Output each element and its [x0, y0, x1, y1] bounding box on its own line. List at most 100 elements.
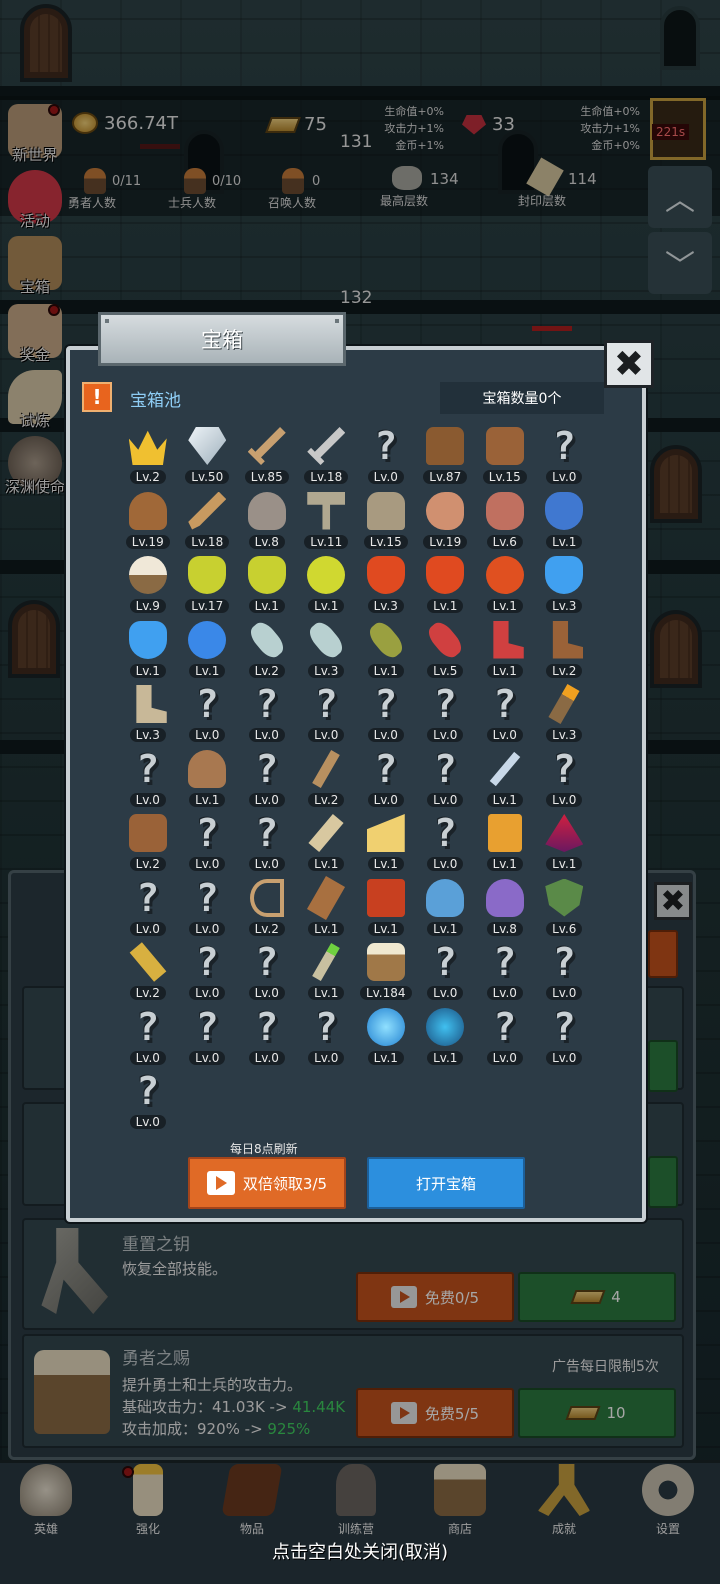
item-level: Lv.50: [185, 470, 230, 484]
item-level: Lv.0: [248, 857, 285, 871]
chest-item[interactable]: ? Lv.0: [178, 1005, 238, 1070]
chest-item[interactable]: ? Lv.0: [118, 1069, 178, 1134]
chest-item[interactable]: ? Lv.0: [535, 424, 595, 489]
modal-close-button[interactable]: ✖: [604, 340, 654, 388]
item-level: Lv.18: [185, 534, 230, 549]
chest-item[interactable]: ? Lv.0: [297, 682, 357, 747]
open-chest-button[interactable]: 打开宝箱: [367, 1157, 525, 1209]
hammer-icon: [304, 489, 348, 533]
chest-item[interactable]: ? Lv.0: [178, 811, 238, 876]
chest-item[interactable]: Lv.1: [297, 875, 357, 941]
red-potion-icon-shape: [366, 556, 405, 594]
chest-item[interactable]: Lv.6: [475, 489, 535, 554]
chest-item[interactable]: Lv.1: [475, 618, 535, 683]
chest-item[interactable]: Lv.1: [356, 1005, 416, 1070]
chest-item[interactable]: ? Lv.0: [297, 1005, 357, 1070]
chest-item[interactable]: ? Lv.0: [356, 424, 416, 489]
chest-item[interactable]: ? Lv.0: [118, 747, 178, 812]
chest-item[interactable]: Lv.2: [237, 876, 297, 941]
chest-item[interactable]: ? Lv.0: [356, 747, 416, 812]
chest-item[interactable]: Lv.6: [535, 876, 595, 941]
chest-item[interactable]: ? Lv.0: [535, 940, 595, 1005]
chest-item[interactable]: Lv.2: [237, 617, 297, 683]
chest-item[interactable]: ? Lv.0: [237, 682, 297, 747]
chest-item[interactable]: Lv.1: [356, 617, 416, 683]
chest-item[interactable]: Lv.1: [356, 876, 416, 941]
chest-item[interactable]: ? Lv.0: [535, 1005, 595, 1070]
chest-item[interactable]: Lv.19: [416, 489, 476, 554]
chest-item[interactable]: ? Lv.0: [118, 1005, 178, 1070]
chest-item[interactable]: Lv.87: [416, 424, 476, 489]
chest-item[interactable]: ? Lv.0: [237, 940, 297, 1005]
chest-item[interactable]: Lv.1: [297, 940, 357, 1005]
chest-item[interactable]: Lv.1: [297, 811, 357, 876]
chest-item[interactable]: Lv.1: [535, 489, 595, 554]
chest-item[interactable]: Lv.2: [118, 424, 178, 489]
chest-item[interactable]: Lv.1: [178, 747, 238, 812]
leather-armor-icon: [423, 424, 467, 468]
chest-item[interactable]: ? Lv.0: [237, 811, 297, 876]
chest-item[interactable]: ? Lv.0: [356, 682, 416, 747]
chest-item[interactable]: ? Lv.0: [178, 876, 238, 941]
chest-item[interactable]: ? Lv.0: [178, 682, 238, 747]
chest-item[interactable]: Lv.2: [535, 618, 595, 683]
chest-item[interactable]: ? Lv.0: [416, 811, 476, 876]
chest-item[interactable]: Lv.2: [297, 747, 357, 812]
knight-helmet-icon: [245, 489, 289, 533]
chest-item[interactable]: Lv.1: [475, 811, 535, 876]
chest-item[interactable]: Lv.50: [178, 424, 238, 489]
item-level: Lv.0: [248, 986, 285, 1000]
chest-item[interactable]: ? Lv.0: [416, 747, 476, 812]
chest-item[interactable]: Lv.18: [297, 424, 357, 489]
unknown-icon: ?: [493, 940, 517, 984]
chest-item[interactable]: Lv.18: [178, 489, 238, 554]
chest-item[interactable]: Lv.1: [356, 811, 416, 876]
chest-item[interactable]: Lv.11: [297, 489, 357, 554]
chest-item[interactable]: Lv.3: [297, 617, 357, 683]
chest-item[interactable]: Lv.3: [535, 682, 595, 747]
chest-item[interactable]: Lv.1: [475, 553, 535, 618]
chest-item[interactable]: ? Lv.0: [178, 940, 238, 1005]
chest-item[interactable]: ? Lv.0: [416, 682, 476, 747]
chest-item[interactable]: Lv.5: [416, 617, 476, 683]
diamond-icon: [185, 424, 229, 468]
chest-item[interactable]: ? Lv.0: [118, 876, 178, 941]
chest-item[interactable]: Lv.15: [475, 424, 535, 489]
item-level: Lv.5: [427, 663, 464, 678]
chest-item[interactable]: ? Lv.0: [237, 1005, 297, 1070]
unknown-icon: ?: [136, 875, 160, 920]
chest-item[interactable]: Lv.17: [178, 553, 238, 618]
chest-item[interactable]: Lv.1: [297, 553, 357, 618]
chest-item[interactable]: Lv.15: [356, 489, 416, 554]
chest-item[interactable]: Lv.184: [356, 940, 416, 1005]
chest-item[interactable]: Lv.1: [237, 553, 297, 618]
chest-item[interactable]: Lv.8: [475, 876, 535, 941]
chest-item[interactable]: Lv.85: [237, 424, 297, 489]
chest-item[interactable]: Lv.19: [118, 489, 178, 554]
chest-item[interactable]: Lv.3: [535, 553, 595, 618]
chest-item[interactable]: ? Lv.0: [416, 940, 476, 1005]
chest-item[interactable]: Lv.2: [118, 940, 178, 1005]
chest-item[interactable]: Lv.1: [118, 618, 178, 683]
chest-item[interactable]: Lv.3: [356, 553, 416, 618]
chest-item[interactable]: ? Lv.0: [475, 1005, 535, 1070]
chest-item[interactable]: Lv.1: [416, 553, 476, 618]
close-hint[interactable]: 点击空白处关闭(取消): [0, 1538, 720, 1564]
chest-item[interactable]: ? Lv.0: [475, 682, 535, 747]
chest-item[interactable]: Lv.8: [237, 489, 297, 554]
warning-icon[interactable]: !: [82, 382, 112, 412]
dagger-icon: [185, 489, 229, 533]
chest-item[interactable]: ? Lv.0: [535, 747, 595, 812]
chest-item[interactable]: ? Lv.0: [237, 747, 297, 812]
item-level: Lv.8: [486, 921, 523, 936]
chest-item[interactable]: Lv.2: [118, 811, 178, 876]
chest-item[interactable]: Lv.1: [416, 876, 476, 941]
chest-item[interactable]: Lv.1: [178, 618, 238, 683]
chest-item[interactable]: ? Lv.0: [475, 940, 535, 1005]
chest-item[interactable]: Lv.9: [118, 553, 178, 618]
double-claim-button[interactable]: 双倍领取3/5: [188, 1157, 346, 1209]
chest-item[interactable]: Lv.1: [475, 747, 535, 812]
chest-item[interactable]: Lv.3: [118, 682, 178, 747]
chest-item[interactable]: Lv.1: [535, 811, 595, 876]
chest-item[interactable]: Lv.1: [416, 1005, 476, 1070]
